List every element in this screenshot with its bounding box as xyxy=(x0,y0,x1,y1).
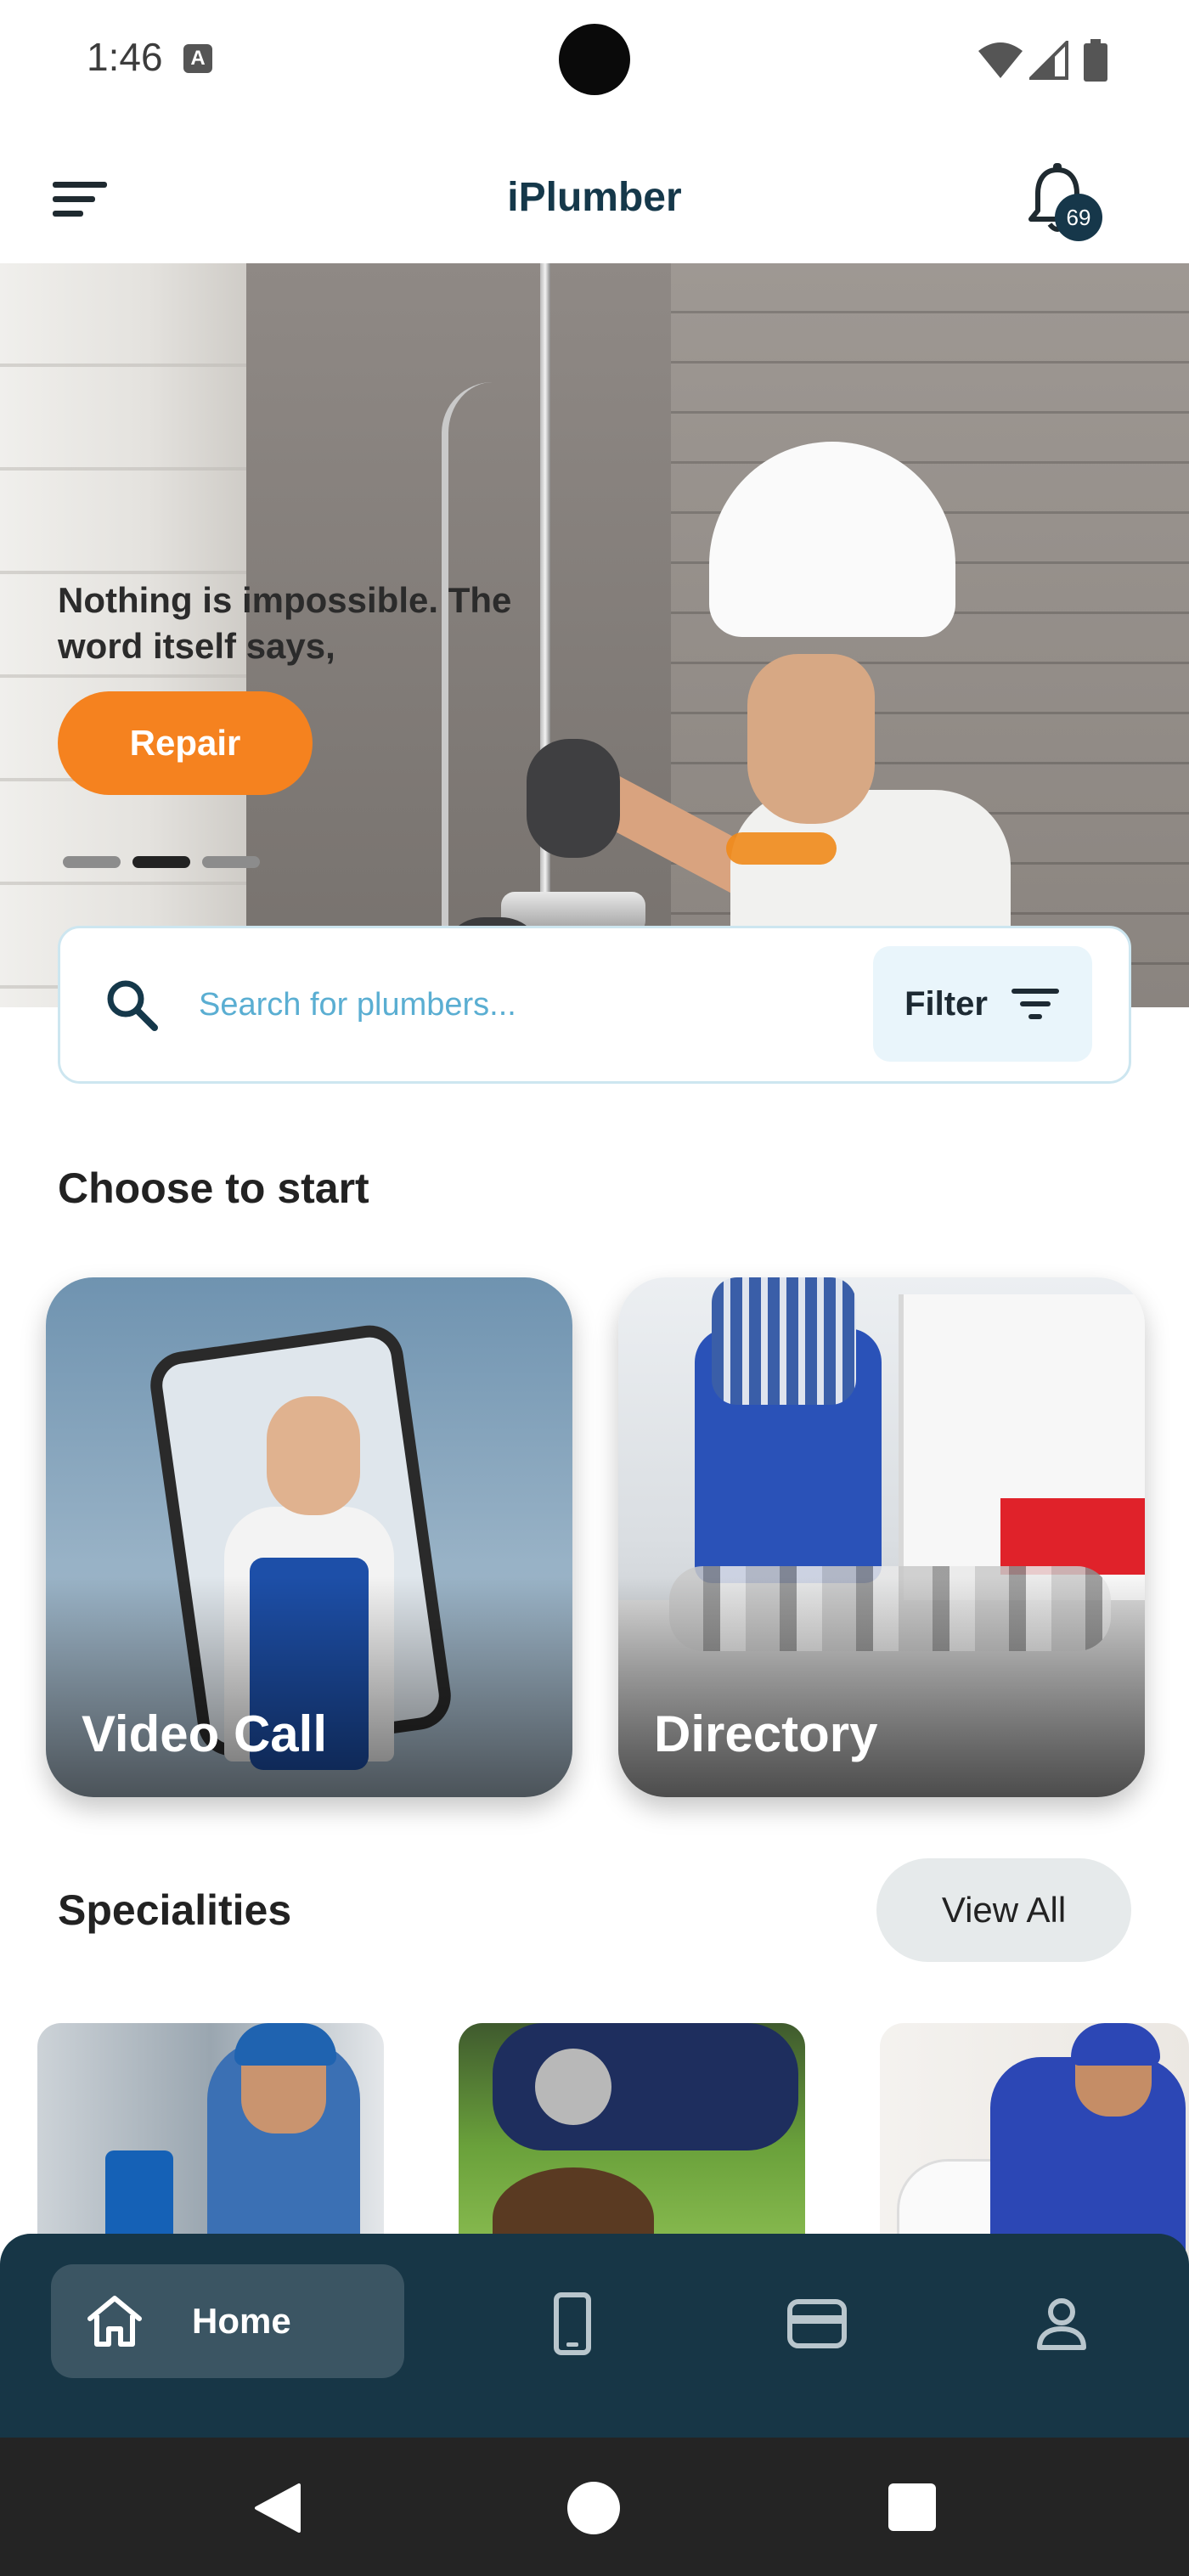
carousel-dot[interactable] xyxy=(63,856,121,868)
back-icon[interactable] xyxy=(251,2482,302,2534)
search-icon xyxy=(107,980,158,1031)
nav-item-profile[interactable] xyxy=(1026,2288,1097,2359)
filter-label: Filter xyxy=(904,984,988,1023)
repair-button[interactable]: Repair xyxy=(58,691,313,795)
signal-icon xyxy=(1029,41,1068,80)
search-input[interactable] xyxy=(199,968,844,1041)
speciality-card[interactable] xyxy=(880,2023,1189,2269)
status-time: 1:46 xyxy=(87,35,163,79)
view-all-button[interactable]: View All xyxy=(876,1858,1131,1962)
home-icon xyxy=(87,2296,142,2347)
carousel-dot-active[interactable] xyxy=(132,856,190,868)
filter-icon xyxy=(1011,989,1059,1019)
battery-icon xyxy=(1084,39,1107,82)
nav-item-phone[interactable] xyxy=(537,2288,608,2359)
choose-to-start-title: Choose to start xyxy=(58,1164,369,1212)
nav-item-wallet[interactable] xyxy=(781,2288,853,2359)
wallet-icon xyxy=(787,2299,847,2348)
recent-apps-icon[interactable] xyxy=(888,2483,936,2531)
nav-home-label: Home xyxy=(192,2301,291,2341)
home-button-icon[interactable] xyxy=(567,2482,620,2534)
speciality-card[interactable] xyxy=(37,2023,384,2269)
speciality-card[interactable] xyxy=(459,2023,805,2269)
app-title: iPlumber xyxy=(507,175,682,220)
hero-headline: Nothing is impossible. The word itself s… xyxy=(58,580,512,666)
directory-label: Directory xyxy=(654,1705,878,1762)
carousel-dot[interactable] xyxy=(202,856,260,868)
video-call-card[interactable]: Video Call xyxy=(46,1277,572,1797)
camera-cutout xyxy=(559,24,630,95)
notification-badge: 69 xyxy=(1055,194,1102,241)
phone-icon xyxy=(554,2292,591,2355)
filter-button[interactable]: Filter xyxy=(873,946,1092,1062)
profile-icon xyxy=(1037,2298,1086,2350)
directory-card[interactable]: Directory xyxy=(618,1277,1145,1797)
wifi-icon xyxy=(978,42,1023,78)
specialities-title: Specialities xyxy=(58,1886,292,1934)
nav-item-home[interactable]: Home xyxy=(51,2264,404,2378)
video-call-label: Video Call xyxy=(82,1705,327,1762)
notification-app-icon: A xyxy=(183,44,212,73)
